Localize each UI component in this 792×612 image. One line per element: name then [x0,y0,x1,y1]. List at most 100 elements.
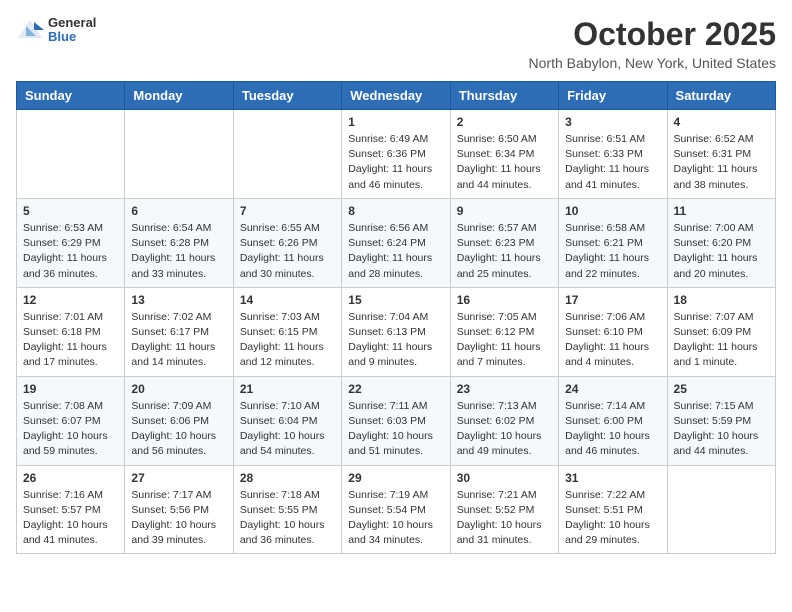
day-number: 17 [565,293,660,307]
day-info: Sunrise: 6:55 AM Sunset: 6:26 PM Dayligh… [240,221,335,282]
day-number: 28 [240,471,335,485]
weekday-header-sunday: Sunday [17,82,125,110]
week-row-5: 26Sunrise: 7:16 AM Sunset: 5:57 PM Dayli… [17,465,776,554]
title-area: October 2025 North Babylon, New York, Un… [529,16,776,71]
calendar-cell: 9 Sunrise: 6:57 AM Sunset: 6:23 PM Daylig… [450,198,558,287]
day-info: Sunrise: 7:08 AM Sunset: 6:07 PM Dayligh… [23,399,118,460]
weekday-header-tuesday: Tuesday [233,82,341,110]
calendar-cell [667,465,775,554]
day-info: Sunrise: 7:06 AM Sunset: 6:10 PM Dayligh… [565,310,660,371]
day-info: Sunrise: 7:01 AM Sunset: 6:18 PM Dayligh… [23,310,118,371]
calendar-cell: 4Sunrise: 6:52 AM Sunset: 6:31 PM Daylig… [667,110,775,199]
calendar-cell: 28 Sunrise: 7:18 AM Sunset: 5:55 PM Dayli… [233,465,341,554]
week-row-4: 19 Sunrise: 7:08 AM Sunset: 6:07 PM Dayli… [17,376,776,465]
day-number: 7 [240,204,335,218]
calendar-cell: 13 Sunrise: 7:02 AM Sunset: 6:17 PM Dayli… [125,287,233,376]
day-info: Sunrise: 6:49 AM Sunset: 6:36 PM Dayligh… [348,132,443,193]
day-info: Sunrise: 7:09 AM Sunset: 6:06 PM Dayligh… [131,399,226,460]
day-info: Sunrise: 7:10 AM Sunset: 6:04 PM Dayligh… [240,399,335,460]
day-info: Sunrise: 7:11 AM Sunset: 6:03 PM Dayligh… [348,399,443,460]
page-header: General Blue October 2025 North Babylon,… [16,16,776,71]
day-info: Sunrise: 6:52 AM Sunset: 6:31 PM Dayligh… [674,132,769,193]
day-number: 13 [131,293,226,307]
day-number: 27 [131,471,226,485]
day-number: 5 [23,204,118,218]
day-number: 19 [23,382,118,396]
day-number: 18 [674,293,769,307]
day-number: 29 [348,471,443,485]
day-number: 22 [348,382,443,396]
day-number: 11 [674,204,769,218]
day-info: Sunrise: 7:05 AM Sunset: 6:12 PM Dayligh… [457,310,552,371]
day-info: Sunrise: 7:07 AM Sunset: 6:09 PM Dayligh… [674,310,769,371]
day-info: Sunrise: 7:04 AM Sunset: 6:13 PM Dayligh… [348,310,443,371]
calendar-cell: 16 Sunrise: 7:05 AM Sunset: 6:12 PM Dayli… [450,287,558,376]
calendar-cell: 22 Sunrise: 7:11 AM Sunset: 6:03 PM Dayli… [342,376,450,465]
calendar-cell: 31 Sunrise: 7:22 AM Sunset: 5:51 PM Dayli… [559,465,667,554]
day-info: Sunrise: 6:56 AM Sunset: 6:24 PM Dayligh… [348,221,443,282]
calendar-cell: 27 Sunrise: 7:17 AM Sunset: 5:56 PM Dayli… [125,465,233,554]
calendar-cell: 11 Sunrise: 7:00 AM Sunset: 6:20 PM Dayli… [667,198,775,287]
calendar-cell: 30 Sunrise: 7:21 AM Sunset: 5:52 PM Dayli… [450,465,558,554]
calendar-cell: 8 Sunrise: 6:56 AM Sunset: 6:24 PM Daylig… [342,198,450,287]
calendar-cell: 6 Sunrise: 6:54 AM Sunset: 6:28 PM Daylig… [125,198,233,287]
day-info: Sunrise: 7:22 AM Sunset: 5:51 PM Dayligh… [565,488,660,549]
calendar-cell: 21 Sunrise: 7:10 AM Sunset: 6:04 PM Dayli… [233,376,341,465]
day-number: 6 [131,204,226,218]
day-number: 25 [674,382,769,396]
day-number: 10 [565,204,660,218]
day-number: 12 [23,293,118,307]
day-info: Sunrise: 7:15 AM Sunset: 5:59 PM Dayligh… [674,399,769,460]
calendar-cell [233,110,341,199]
day-number: 15 [348,293,443,307]
calendar-cell: 15 Sunrise: 7:04 AM Sunset: 6:13 PM Dayli… [342,287,450,376]
calendar-cell: 18 Sunrise: 7:07 AM Sunset: 6:09 PM Dayli… [667,287,775,376]
day-info: Sunrise: 7:21 AM Sunset: 5:52 PM Dayligh… [457,488,552,549]
logo-icon [16,16,44,44]
week-row-3: 12 Sunrise: 7:01 AM Sunset: 6:18 PM Dayli… [17,287,776,376]
month-title: October 2025 [529,16,776,53]
weekday-header-saturday: Saturday [667,82,775,110]
day-info: Sunrise: 7:16 AM Sunset: 5:57 PM Dayligh… [23,488,118,549]
day-info: Sunrise: 6:54 AM Sunset: 6:28 PM Dayligh… [131,221,226,282]
day-number: 30 [457,471,552,485]
calendar-cell: 19 Sunrise: 7:08 AM Sunset: 6:07 PM Dayli… [17,376,125,465]
day-info: Sunrise: 7:17 AM Sunset: 5:56 PM Dayligh… [131,488,226,549]
day-info: Sunrise: 7:03 AM Sunset: 6:15 PM Dayligh… [240,310,335,371]
day-number: 8 [348,204,443,218]
day-number: 16 [457,293,552,307]
day-number: 9 [457,204,552,218]
calendar-cell: 26Sunrise: 7:16 AM Sunset: 5:57 PM Dayli… [17,465,125,554]
day-info: Sunrise: 6:58 AM Sunset: 6:21 PM Dayligh… [565,221,660,282]
day-info: Sunrise: 7:18 AM Sunset: 5:55 PM Dayligh… [240,488,335,549]
day-info: Sunrise: 7:19 AM Sunset: 5:54 PM Dayligh… [348,488,443,549]
day-number: 2 [457,115,552,129]
calendar-cell: 3 Sunrise: 6:51 AM Sunset: 6:33 PM Daylig… [559,110,667,199]
calendar-cell [125,110,233,199]
calendar-body: 1Sunrise: 6:49 AM Sunset: 6:36 PM Daylig… [17,110,776,554]
day-number: 3 [565,115,660,129]
day-number: 31 [565,471,660,485]
weekday-header-friday: Friday [559,82,667,110]
day-info: Sunrise: 7:00 AM Sunset: 6:20 PM Dayligh… [674,221,769,282]
day-number: 23 [457,382,552,396]
day-info: Sunrise: 6:53 AM Sunset: 6:29 PM Dayligh… [23,221,118,282]
calendar-cell: 24Sunrise: 7:14 AM Sunset: 6:00 PM Dayli… [559,376,667,465]
logo: General Blue [16,16,96,45]
day-info: Sunrise: 7:14 AM Sunset: 6:00 PM Dayligh… [565,399,660,460]
logo-blue: Blue [48,30,96,44]
day-info: Sunrise: 6:51 AM Sunset: 6:33 PM Dayligh… [565,132,660,193]
calendar-cell: 7 Sunrise: 6:55 AM Sunset: 6:26 PM Daylig… [233,198,341,287]
calendar-cell: 14Sunrise: 7:03 AM Sunset: 6:15 PM Dayli… [233,287,341,376]
calendar-cell: 17 Sunrise: 7:06 AM Sunset: 6:10 PM Dayli… [559,287,667,376]
calendar-table: SundayMondayTuesdayWednesdayThursdayFrid… [16,81,776,554]
calendar-cell: 23 Sunrise: 7:13 AM Sunset: 6:02 PM Dayli… [450,376,558,465]
week-row-1: 1Sunrise: 6:49 AM Sunset: 6:36 PM Daylig… [17,110,776,199]
calendar-cell [17,110,125,199]
day-info: Sunrise: 6:57 AM Sunset: 6:23 PM Dayligh… [457,221,552,282]
day-number: 20 [131,382,226,396]
day-info: Sunrise: 7:13 AM Sunset: 6:02 PM Dayligh… [457,399,552,460]
day-number: 21 [240,382,335,396]
day-info: Sunrise: 7:02 AM Sunset: 6:17 PM Dayligh… [131,310,226,371]
calendar-cell: 12 Sunrise: 7:01 AM Sunset: 6:18 PM Dayli… [17,287,125,376]
